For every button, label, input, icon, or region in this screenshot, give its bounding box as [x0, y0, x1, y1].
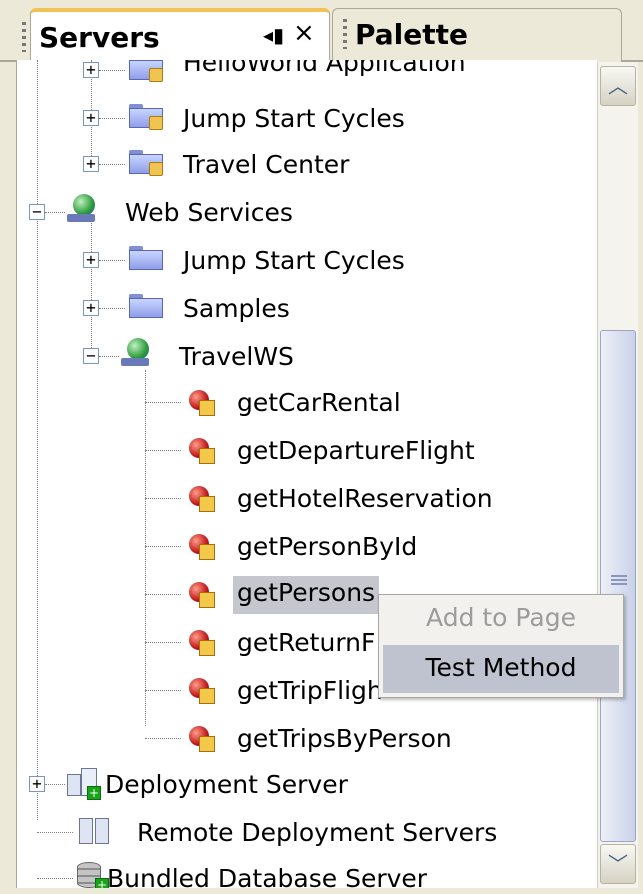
tree-connector	[145, 724, 181, 739]
tree-connector	[99, 260, 125, 261]
tree-node-bundled-database-server[interactable]: + Bundled Database Server	[37, 858, 517, 888]
tree-node-samples[interactable]: + Samples	[83, 288, 563, 328]
close-icon[interactable]: ×	[293, 18, 315, 48]
tree-node-travelws[interactable]: − TravelWS	[83, 336, 563, 376]
tab-servers-label: Servers	[39, 21, 160, 54]
tree-connector	[145, 450, 181, 451]
tree-node-ws-jump-start-cycles[interactable]: + Jump Start Cycles	[83, 240, 563, 280]
web-app-folder-icon	[129, 150, 163, 176]
method-icon	[187, 582, 217, 610]
collapse-icon[interactable]: −	[83, 348, 99, 364]
tree-node-method[interactable]: getHotelReservation	[145, 478, 565, 518]
scroll-down-button[interactable]: ﹀	[600, 844, 636, 884]
tree-connector	[99, 164, 125, 165]
menu-item-test-method[interactable]: Test Method	[383, 645, 619, 693]
drag-grip-icon[interactable]	[343, 19, 347, 49]
minimize-icon[interactable]: ◂▮	[263, 23, 284, 47]
tree-node-label: TravelWS	[179, 342, 294, 371]
menu-item-add-to-page[interactable]: Add to Page	[379, 595, 623, 643]
tree-node-web-services[interactable]: − Web Services	[29, 192, 509, 232]
collapse-icon[interactable]: −	[29, 204, 45, 220]
tree-node-label: Travel Center	[183, 150, 350, 179]
web-app-folder-icon	[129, 104, 163, 130]
method-icon	[187, 534, 217, 562]
folder-icon	[129, 294, 163, 318]
tree-node-method[interactable]: getDepartureFlight	[145, 430, 565, 470]
remote-servers-icon	[79, 816, 111, 846]
tree-node-label: getTripsByPerson	[237, 724, 452, 753]
tree-node-label: getReturnF	[237, 628, 376, 657]
servers-panel: Servers ◂▮ × Palette + HelloWorld Applic…	[0, 0, 643, 894]
web-app-folder-icon	[129, 60, 163, 82]
method-icon	[187, 438, 217, 466]
tree-connector	[37, 832, 73, 833]
scroll-grip-icon	[611, 575, 627, 587]
tree-node-label: HelloWorld Application	[183, 60, 466, 77]
tree-node-label: Web Services	[125, 198, 293, 227]
tree-connector	[99, 118, 125, 119]
tab-servers[interactable]: Servers ◂▮ ×	[22, 8, 330, 62]
deployment-server-icon: +	[67, 768, 101, 800]
web-services-icon	[67, 194, 97, 224]
web-service-icon	[121, 338, 151, 368]
method-icon	[187, 726, 217, 754]
folder-icon	[129, 246, 163, 270]
scroll-thumb[interactable]	[600, 330, 636, 842]
vertical-scrollbar[interactable]: ︿ ﹀	[597, 62, 638, 888]
tree-node-label: Remote Deployment Servers	[137, 818, 498, 847]
expand-icon[interactable]: +	[83, 252, 99, 268]
method-icon	[187, 678, 217, 706]
tree-node-jump-start-cycles[interactable]: + Jump Start Cycles	[83, 98, 563, 138]
tree-node-remote-deployment-servers[interactable]: Remote Deployment Servers	[37, 812, 517, 852]
expand-icon[interactable]: +	[83, 156, 99, 172]
tree-connector	[45, 212, 65, 213]
tree-node-travel-center[interactable]: + Travel Center	[83, 144, 563, 184]
tree-connector	[145, 402, 181, 403]
tree-connector	[145, 546, 181, 547]
tree-connector	[145, 642, 181, 643]
tree-node-method[interactable]: getCarRental	[145, 382, 565, 422]
tree-node-label: Samples	[183, 294, 290, 323]
tree-node-label: Deployment Server	[105, 770, 348, 799]
tree-connector	[45, 784, 65, 785]
tree-node-label: getCarRental	[237, 388, 401, 417]
tree-node-label: getDepartureFlight	[237, 436, 475, 465]
tree-node-helloworld[interactable]: + HelloWorld Application	[83, 60, 563, 94]
method-icon	[187, 630, 217, 658]
tab-bar: Servers ◂▮ × Palette	[0, 0, 643, 62]
tree-node-method[interactable]: getPersonById	[145, 526, 565, 566]
expand-icon[interactable]: +	[83, 300, 99, 316]
tree-node-label: getPersons	[233, 576, 380, 614]
tree-node-label: getHotelReservation	[237, 484, 493, 513]
tree-node-method[interactable]: getTripsByPerson	[145, 718, 565, 758]
method-icon	[187, 390, 217, 418]
servers-tree: + HelloWorld Application + Jump Start Cy…	[16, 60, 597, 888]
database-server-icon: +	[75, 860, 109, 888]
tab-palette-label: Palette	[355, 18, 469, 51]
tree-node-deployment-server[interactable]: + + Deployment Server	[29, 764, 509, 804]
tree-connector	[145, 498, 181, 499]
expand-icon[interactable]: +	[83, 62, 99, 78]
method-icon	[187, 486, 217, 514]
tab-palette[interactable]: Palette	[332, 8, 622, 62]
expand-icon[interactable]: +	[29, 776, 45, 792]
tree-node-label: Jump Start Cycles	[183, 246, 405, 275]
tree-connector	[37, 864, 73, 879]
tree-node-label: Jump Start Cycles	[183, 104, 405, 133]
expand-icon[interactable]: +	[83, 110, 99, 126]
tree-node-label: Bundled Database Server	[107, 864, 428, 888]
tree-connector	[37, 60, 38, 820]
tree-connector	[145, 690, 181, 691]
drag-grip-icon[interactable]	[22, 22, 26, 52]
tree-connector	[145, 594, 181, 595]
tree-connector	[99, 70, 125, 71]
scroll-up-button[interactable]: ︿	[600, 66, 636, 106]
tree-connector	[99, 308, 125, 309]
tree-connector	[99, 356, 119, 357]
tree-node-label: getTripFligh	[237, 676, 383, 705]
tree-node-label: getPersonById	[237, 532, 418, 561]
context-menu: Add to Page Test Method	[378, 594, 624, 698]
